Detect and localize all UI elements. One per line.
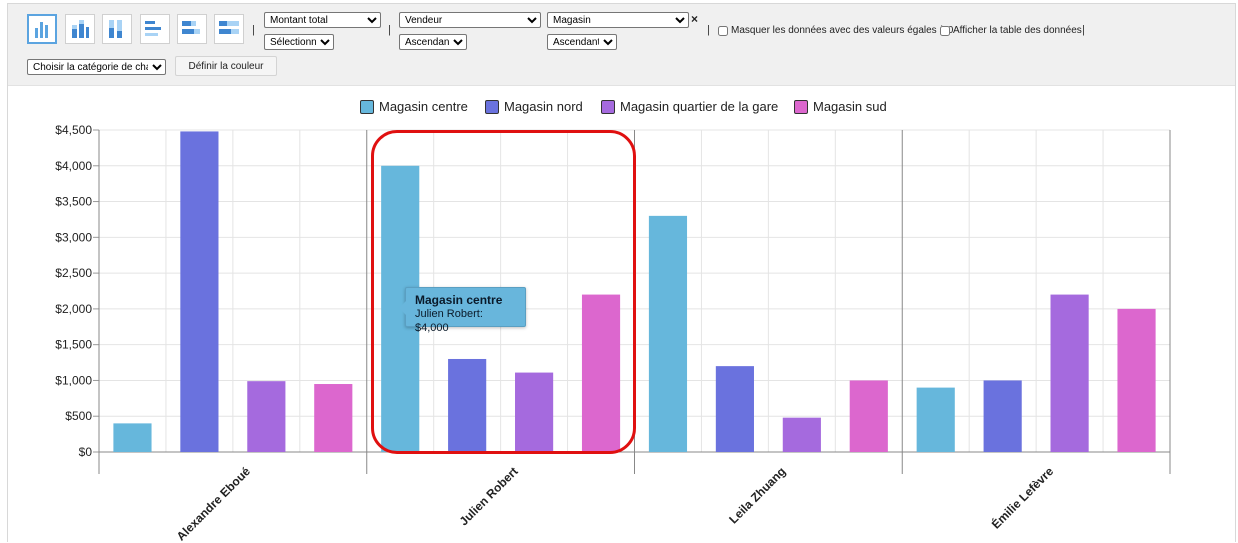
bar <box>1117 308 1156 452</box>
show-table-label: Afficher la table des données <box>953 25 1082 36</box>
chart-plot: $0 $500 $1,000 $1,500 $2,000 $2,500 $3,000 $3,5… <box>55 123 1171 543</box>
set-color-button[interactable]: Définir la couleur <box>175 56 277 76</box>
value-field-select[interactable]: Montant total <box>264 12 381 28</box>
bar <box>314 384 353 452</box>
bar <box>581 294 621 452</box>
full-stacked-bar-chart-button[interactable] <box>214 14 244 44</box>
row-field-select[interactable]: Vendeur <box>399 12 541 28</box>
chart-widget: | Montant total Sélectionner | Vendeur A… <box>7 3 1236 543</box>
y-tick-label: $2,000 <box>55 302 92 316</box>
toolbar-separator: | <box>707 24 710 36</box>
x-category-label: Émilie Lefèvre <box>988 463 1056 531</box>
toolbar-separator: | <box>252 24 255 36</box>
y-tick-label: $4,000 <box>55 159 92 173</box>
hide-zero-option[interactable]: Masquer les données avec des valeurs éga… <box>718 25 953 36</box>
bar <box>515 372 554 452</box>
hide-zero-label: Masquer les données avec des valeurs éga… <box>731 25 954 36</box>
tooltip-body: Julien Robert: $4,000 <box>415 308 483 334</box>
bar <box>849 380 888 452</box>
bar <box>715 366 754 452</box>
remove-column-field-icon[interactable]: × <box>691 12 698 26</box>
column-order-select[interactable]: Ascendant <box>547 34 617 50</box>
full-stacked-column-chart-button[interactable] <box>102 14 132 44</box>
bar <box>247 381 286 452</box>
stacked-bar-chart-button[interactable] <box>177 14 207 44</box>
show-table-checkbox[interactable] <box>940 25 950 36</box>
y-tick-label: $2,500 <box>55 266 92 280</box>
bar <box>648 215 688 452</box>
y-tick-label: $1,000 <box>55 373 92 387</box>
y-tick-label: $500 <box>65 409 92 423</box>
full-stacked-column-chart-icon <box>109 20 122 38</box>
chart-area: Magasin centre Magasin nord Magasin quarti… <box>8 86 1235 543</box>
y-tick-label: $4,500 <box>55 123 92 137</box>
column-chart-icon <box>35 22 48 38</box>
aggregate-select[interactable]: Sélectionner <box>264 34 334 50</box>
stacked-column-chart-icon <box>72 20 89 38</box>
y-tick-label: $3,000 <box>55 230 92 244</box>
x-category-label: Julien Robert <box>457 464 521 528</box>
tooltip-title: Magasin centre <box>415 293 503 307</box>
bar <box>113 423 152 452</box>
y-tick-label: $0 <box>79 445 93 459</box>
bar <box>983 380 1022 452</box>
bar <box>782 417 821 452</box>
chart-tooltip: Magasin centre Julien Robert: $4,000 <box>399 287 526 334</box>
bar <box>1050 294 1089 452</box>
toolbar-separator: | <box>388 24 391 36</box>
toolbar-separator: | <box>1082 24 1085 36</box>
full-stacked-bar-chart-icon <box>219 21 239 34</box>
y-tick-label: $1,500 <box>55 338 92 352</box>
bar-chart-icon <box>145 21 161 36</box>
column-field-select[interactable]: Magasin <box>547 12 689 28</box>
category-select[interactable]: Choisir la catégorie de champ <box>27 59 166 75</box>
show-table-option[interactable]: Afficher la table des données <box>940 25 1082 36</box>
stacked-column-chart-button[interactable] <box>65 14 95 44</box>
bar-chart-button[interactable] <box>140 14 170 44</box>
bar <box>448 358 487 452</box>
bar <box>180 131 219 453</box>
hide-zero-checkbox[interactable] <box>718 25 728 36</box>
bar <box>916 387 955 452</box>
y-tick-label: $3,500 <box>55 195 92 209</box>
stacked-bar-chart-icon <box>182 21 200 34</box>
x-category-label: Leila Zhuang <box>726 464 788 526</box>
row-order-select[interactable]: Ascendant <box>399 34 467 50</box>
chart-toolbar: | Montant total Sélectionner | Vendeur A… <box>8 4 1235 86</box>
column-chart-button[interactable] <box>27 14 57 44</box>
x-category-label: Alexandre Eboué <box>174 464 253 543</box>
